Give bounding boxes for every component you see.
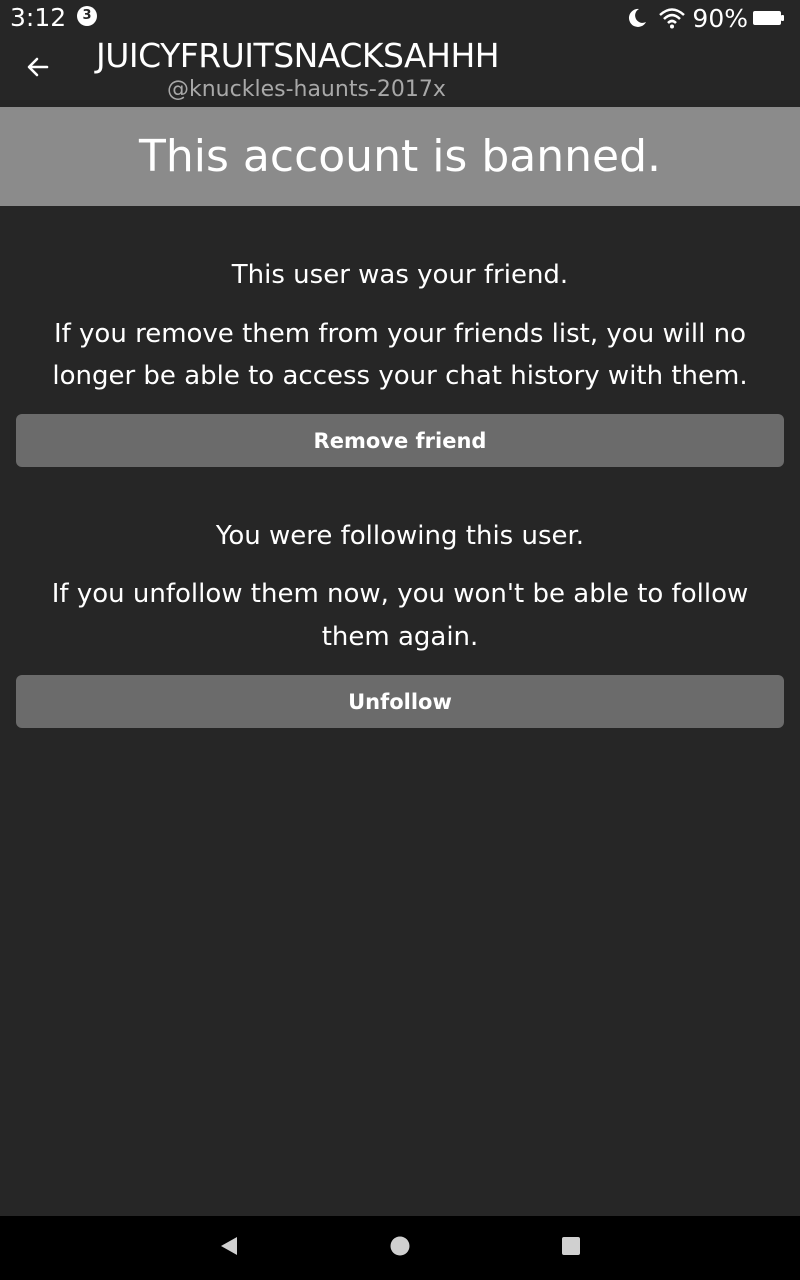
back-button[interactable] [20,51,56,87]
follow-warning-line-2: them again. [321,622,479,652]
recents-square-icon [560,1235,582,1261]
remove-friend-label: Remove friend [313,428,487,453]
notification-count-badge: 3 [77,6,97,26]
nav-back-button[interactable] [217,1236,241,1260]
remove-friend-button[interactable]: Remove friend [16,414,784,467]
follow-warning-line-1: If you unfollow them now, you won't be a… [51,579,749,609]
moon-icon [626,7,648,29]
system-nav-bar [0,1216,800,1280]
nav-recents-button[interactable] [559,1236,583,1260]
status-icons: 90% [626,3,786,33]
status-time: 3:12 [10,3,67,32]
profile-display-name: JUICYFRUITSNACKSAHHH [96,36,500,75]
status-bar: 3:12 3 90% [0,0,800,36]
battery-icon [752,9,786,27]
profile-username: @knuckles-haunts-2017x [167,77,446,102]
battery-percent: 90% [692,3,748,33]
friend-warning-line-1: If you remove them from your friends lis… [53,319,747,349]
app-header: JUICYFRUITSNACKSAHHH @knuckles-haunts-20… [0,36,800,106]
home-circle-icon [389,1235,411,1261]
friend-warning-line-2: longer be able to access your chat histo… [52,361,748,391]
wifi-icon [658,7,686,29]
unfollow-button[interactable]: Unfollow [16,675,784,728]
banned-title: This account is banned. [139,131,661,182]
banned-banner: This account is banned. [0,107,800,206]
nav-home-button[interactable] [388,1236,412,1260]
back-triangle-icon [218,1235,240,1261]
friend-status-heading: This user was your friend. [231,260,569,290]
arrow-left-icon [25,54,51,84]
follow-status-heading: You were following this user. [215,521,585,551]
unfollow-label: Unfollow [348,689,452,714]
